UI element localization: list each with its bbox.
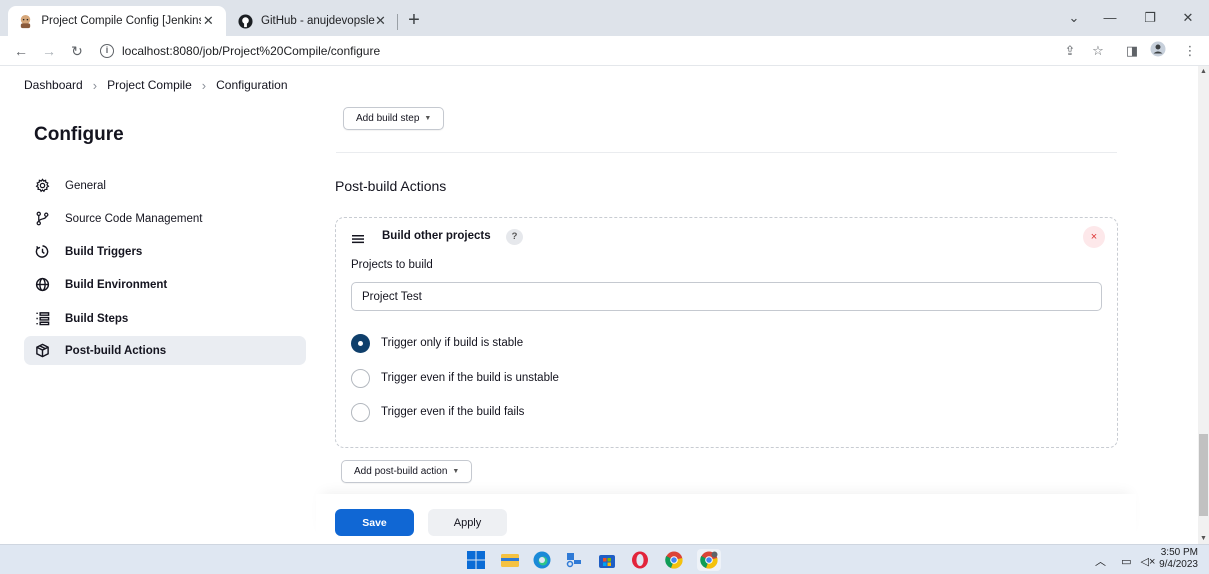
sidebar-item-label: Post-build Actions bbox=[65, 344, 167, 357]
sidebar-item-post-build-actions[interactable]: Post-build Actions bbox=[24, 336, 306, 365]
radio-trigger-stable[interactable]: Trigger only if build is stable bbox=[351, 333, 523, 353]
store-icon[interactable] bbox=[597, 550, 617, 570]
address-bar: ← → ↻ i localhost:8080/job/Project%20Com… bbox=[0, 36, 1209, 66]
sidebar-item-source-code-management[interactable]: Source Code Management bbox=[24, 204, 306, 233]
list-icon bbox=[34, 311, 50, 327]
add-post-build-action-button[interactable]: Add post-build action ▼ bbox=[341, 460, 473, 483]
radio-button[interactable] bbox=[351, 368, 370, 388]
help-icon[interactable]: ? bbox=[506, 229, 523, 245]
chevron-up-icon[interactable]: ︿ bbox=[1095, 556, 1106, 568]
card-title: Build other projects bbox=[382, 230, 491, 242]
caret-down-icon: ▼ bbox=[424, 115, 432, 122]
globe-icon bbox=[34, 277, 50, 293]
chevron-right-icon: › bbox=[201, 77, 207, 93]
opera-icon[interactable] bbox=[630, 550, 650, 570]
minimize-button[interactable]: — bbox=[1098, 8, 1122, 28]
bookmark-star-icon[interactable]: ☆ bbox=[1088, 41, 1108, 61]
close-icon[interactable]: ✕ bbox=[201, 13, 216, 29]
chevron-down-icon[interactable]: ⌄ bbox=[1062, 8, 1086, 28]
edge-icon[interactable] bbox=[532, 550, 552, 570]
page-scrollbar[interactable]: ▲ ▼ bbox=[1198, 66, 1209, 544]
radio-trigger-unstable[interactable]: Trigger even if the build is unstable bbox=[351, 368, 559, 388]
cube-icon bbox=[34, 343, 50, 359]
restore-button[interactable]: ❐ bbox=[1138, 8, 1162, 28]
radio-label: Trigger only if build is stable bbox=[381, 337, 524, 349]
github-icon bbox=[238, 13, 253, 29]
chrome-icon[interactable] bbox=[664, 550, 684, 570]
url-text: localhost:8080/job/Project%20Compile/con… bbox=[122, 44, 381, 58]
url-field[interactable]: i localhost:8080/job/Project%20Compile/c… bbox=[100, 39, 1150, 63]
clock-time: 3:50 PM bbox=[1160, 547, 1198, 558]
clock-date: 9/4/2023 bbox=[1159, 559, 1198, 570]
sidebar-item-label: Build Steps bbox=[65, 312, 129, 325]
close-icon[interactable]: ✕ bbox=[375, 13, 386, 29]
site-info-icon[interactable]: i bbox=[100, 44, 114, 58]
radio-label: Trigger even if the build fails bbox=[381, 406, 525, 418]
projects-input[interactable] bbox=[351, 282, 1102, 311]
clock-icon bbox=[34, 244, 50, 260]
sidebar-item-general[interactable]: General bbox=[24, 171, 306, 200]
sidebar-item-label: Build Environment bbox=[65, 278, 168, 291]
file-explorer-icon[interactable] bbox=[500, 550, 520, 570]
tab-separator bbox=[397, 14, 398, 30]
display-icon[interactable]: ▭ bbox=[1121, 556, 1131, 568]
apply-button[interactable]: Apply bbox=[428, 509, 507, 536]
reload-icon[interactable]: ↻ bbox=[68, 42, 86, 60]
window-close-button[interactable]: ✕ bbox=[1176, 8, 1200, 28]
radio-label: Trigger even if the build is unstable bbox=[381, 372, 559, 384]
remove-button[interactable]: × bbox=[1083, 226, 1105, 248]
button-label: Add build step bbox=[356, 113, 420, 124]
sidebar-item-build-steps[interactable]: Build Steps bbox=[24, 304, 306, 333]
button-label: Add post-build action bbox=[354, 466, 448, 477]
save-button[interactable]: Save bbox=[335, 509, 414, 536]
tab-title: GitHub - anujdevopslearn/Maver bbox=[261, 15, 375, 27]
radio-trigger-fails[interactable]: Trigger even if the build fails bbox=[351, 402, 524, 422]
breadcrumb: Dashboard › Project Compile › Configurat… bbox=[0, 66, 1198, 104]
chevron-right-icon: › bbox=[92, 77, 98, 93]
section-divider bbox=[336, 152, 1117, 153]
build-other-projects-card: Build other projects ? × Projects to bui… bbox=[335, 217, 1118, 448]
tab-jenkins[interactable]: Project Compile Config [Jenkins] ✕ bbox=[8, 6, 226, 36]
taskbar: ︿ ▭ ◁× 3:50 PM 9/4/2023 bbox=[0, 544, 1209, 574]
clock[interactable]: 3:50 PM 9/4/2023 bbox=[1148, 547, 1198, 571]
section-title: Post-build Actions bbox=[335, 178, 447, 194]
scroll-down-icon[interactable]: ▼ bbox=[1198, 533, 1209, 544]
system-tray[interactable]: ︿ ▭ ◁× bbox=[1095, 553, 1155, 569]
caret-down-icon: ▼ bbox=[452, 468, 460, 475]
sidebar-item-label: Source Code Management bbox=[65, 212, 203, 225]
new-tab-button[interactable]: + bbox=[402, 9, 426, 33]
radio-button[interactable] bbox=[351, 333, 370, 353]
scroll-up-icon[interactable]: ▲ bbox=[1198, 66, 1209, 77]
tab-github[interactable]: GitHub - anujdevopslearn/Maver ✕ bbox=[228, 6, 396, 36]
sidebar-item-label: General bbox=[65, 179, 106, 192]
drag-handle-icon[interactable] bbox=[352, 231, 364, 244]
sidebar-item-build-environment[interactable]: Build Environment bbox=[24, 270, 306, 299]
snipping-tool-icon[interactable] bbox=[564, 550, 584, 570]
forward-icon[interactable]: → bbox=[40, 42, 58, 60]
windows-start-icon[interactable] bbox=[466, 550, 486, 570]
branch-icon bbox=[34, 211, 50, 227]
projects-label: Projects to build bbox=[351, 259, 433, 271]
page-title: Configure bbox=[34, 124, 124, 145]
scroll-thumb[interactable] bbox=[1199, 434, 1208, 516]
breadcrumb-project[interactable]: Project Compile bbox=[107, 78, 192, 92]
jenkins-icon bbox=[18, 13, 33, 29]
share-icon[interactable]: ⇪ bbox=[1060, 41, 1080, 61]
add-build-step-button[interactable]: Add build step ▼ bbox=[343, 107, 445, 130]
side-panel-icon[interactable]: ◨ bbox=[1122, 41, 1142, 61]
tab-title: Project Compile Config [Jenkins] bbox=[41, 15, 201, 27]
menu-icon[interactable]: ⋮ bbox=[1180, 41, 1200, 61]
profile-icon[interactable] bbox=[1148, 41, 1168, 61]
radio-button[interactable] bbox=[351, 402, 370, 422]
breadcrumb-dashboard[interactable]: Dashboard bbox=[24, 78, 83, 92]
chrome-profile-icon[interactable] bbox=[697, 549, 721, 571]
breadcrumb-configuration[interactable]: Configuration bbox=[216, 78, 287, 92]
back-icon[interactable]: ← bbox=[12, 42, 30, 60]
sidebar-item-build-triggers[interactable]: Build Triggers bbox=[24, 237, 306, 266]
sidebar-item-label: Build Triggers bbox=[65, 245, 143, 258]
browser-tab-bar: Project Compile Config [Jenkins] ✕ GitHu… bbox=[0, 0, 1209, 36]
gear-icon bbox=[34, 178, 50, 194]
